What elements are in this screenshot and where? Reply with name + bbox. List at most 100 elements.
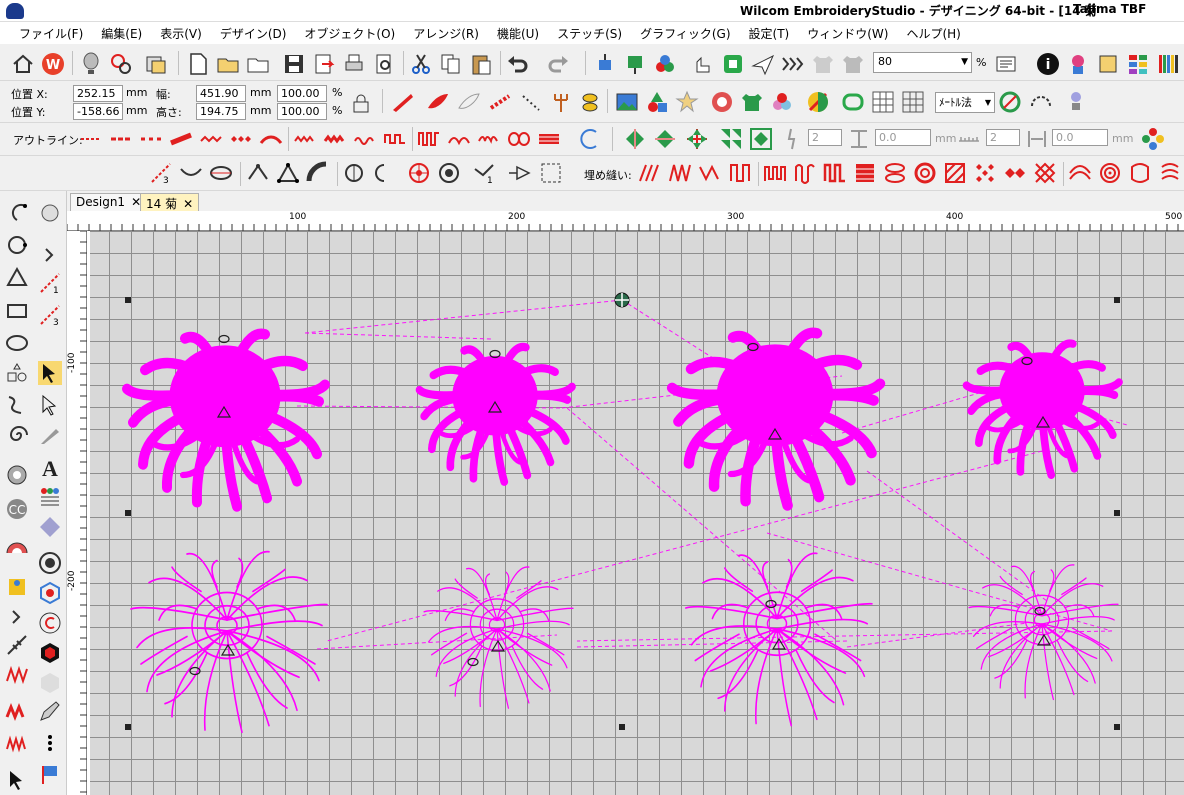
picture-icon[interactable] — [614, 89, 640, 115]
polyline-1-icon[interactable]: 1 — [471, 160, 497, 186]
mirror-h-icon[interactable] — [622, 126, 648, 152]
hoop-icon[interactable] — [108, 51, 134, 77]
wilcom-icon[interactable]: W — [40, 51, 66, 77]
lightning-icon[interactable] — [780, 126, 806, 152]
line-3-tool-icon[interactable]: 3 — [36, 301, 64, 329]
fill-9-icon[interactable] — [882, 160, 908, 186]
lettering-icon[interactable]: A — [36, 453, 64, 481]
pos-y-field[interactable]: -158.66 — [73, 103, 123, 120]
brain-icon[interactable] — [709, 89, 735, 115]
cut-icon[interactable] — [408, 51, 434, 77]
home-icon[interactable] — [10, 51, 36, 77]
menu-help[interactable]: ヘルプ(H) — [897, 25, 969, 42]
stitch-player-icon[interactable] — [780, 51, 806, 77]
arc-c-icon[interactable] — [577, 126, 603, 152]
arrow-triangle-icon[interactable] — [506, 160, 532, 186]
open-icon[interactable] — [215, 51, 241, 77]
fill-6-icon[interactable] — [792, 160, 818, 186]
line-3-icon[interactable]: 3 — [148, 160, 174, 186]
menu-edit[interactable]: 編集(E) — [92, 25, 151, 42]
open-recent-icon[interactable] — [245, 51, 271, 77]
info-icon[interactable]: i — [1035, 51, 1061, 77]
spin-spacing-1[interactable]: 0.0 — [875, 129, 931, 146]
copy-icon[interactable] — [438, 51, 464, 77]
fill-2-icon[interactable] — [667, 160, 693, 186]
satin-tool-icon[interactable] — [3, 697, 31, 725]
wave-stitch-icon[interactable] — [292, 126, 318, 152]
measure-icon[interactable] — [997, 89, 1023, 115]
fit-frame-icon[interactable] — [748, 126, 774, 152]
arc-measure-icon[interactable] — [1028, 89, 1054, 115]
team-names-icon[interactable] — [36, 483, 64, 511]
oval-chain-icon[interactable] — [506, 126, 532, 152]
digitize-closed-icon[interactable] — [3, 231, 31, 259]
wheel-icon[interactable] — [406, 160, 432, 186]
dashed-satin-icon[interactable] — [487, 89, 513, 115]
mum-outline-4[interactable] — [968, 564, 1119, 701]
spiral-icon[interactable] — [3, 421, 31, 449]
plane-icon[interactable] — [750, 51, 776, 77]
save-icon[interactable] — [281, 51, 307, 77]
target-icon[interactable] — [436, 160, 462, 186]
fill-4-icon[interactable] — [727, 160, 753, 186]
puzzle-icon[interactable] — [3, 573, 31, 601]
scallop-icon[interactable] — [446, 126, 472, 152]
mirror-v-icon[interactable] — [652, 126, 678, 152]
pointer-icon[interactable] — [3, 766, 31, 794]
palette-grid-icon[interactable] — [1125, 51, 1151, 77]
arc-nodes-icon[interactable] — [305, 160, 331, 186]
width-field[interactable]: 451.90 — [196, 85, 246, 102]
fill-17-icon[interactable] — [1127, 160, 1153, 186]
mum-solid-2[interactable] — [420, 347, 572, 482]
grid-icon[interactable] — [870, 89, 896, 115]
fill-8-icon[interactable] — [852, 160, 878, 186]
dash-stitch-icon[interactable] — [138, 126, 164, 152]
satin-bar-icon[interactable] — [536, 126, 562, 152]
magic-select-icon[interactable] — [538, 160, 564, 186]
zigzag-icon[interactable] — [198, 126, 224, 152]
export-icon[interactable] — [311, 51, 337, 77]
tshirt-gray-2-icon[interactable] — [840, 51, 866, 77]
fill-14-icon[interactable] — [1032, 160, 1058, 186]
overview-icon[interactable] — [993, 51, 1019, 77]
mum-solid-3[interactable] — [672, 333, 880, 506]
feather-icon[interactable] — [3, 631, 31, 659]
center-icon[interactable] — [684, 126, 710, 152]
fill-18-icon[interactable] — [1157, 160, 1183, 186]
expand-arrow-2-icon[interactable] — [3, 603, 31, 631]
fill-12-icon[interactable] — [972, 160, 998, 186]
copy-window-icon[interactable] — [143, 51, 169, 77]
freehand-icon[interactable] — [3, 391, 31, 419]
menu-stitch[interactable]: ステッチ(S) — [548, 25, 631, 42]
sun-moon-icon[interactable] — [805, 89, 831, 115]
spacing-icon[interactable] — [846, 126, 872, 152]
split-circle-icon[interactable] — [371, 160, 397, 186]
dots-line-icon[interactable] — [518, 89, 544, 115]
digitize-curve-icon[interactable] — [3, 199, 31, 227]
line-1-icon[interactable]: 1 — [36, 269, 64, 297]
balloon-icon[interactable] — [78, 51, 104, 77]
close-icon[interactable]: ✕ — [183, 197, 193, 211]
hexagon-red-icon[interactable] — [36, 639, 64, 667]
mum-outline-2[interactable] — [423, 566, 574, 709]
print-preview-icon[interactable] — [371, 51, 397, 77]
print-icon[interactable] — [341, 51, 367, 77]
color-bars-icon[interactable] — [1155, 51, 1181, 77]
new-icon[interactable] — [185, 51, 211, 77]
tatami-red-icon[interactable] — [425, 89, 451, 115]
measure-select[interactable]: ﾒｰﾄﾙ法 ▼ — [935, 92, 995, 113]
node-edit-icon[interactable] — [245, 160, 271, 186]
hand-icon[interactable] — [690, 51, 716, 77]
tshirt-gray-icon[interactable] — [810, 51, 836, 77]
flag-icon[interactable] — [36, 761, 64, 789]
wave-stitch-2-icon[interactable] — [322, 126, 348, 152]
menu-function[interactable]: 機能(U) — [488, 25, 548, 42]
star-icon[interactable] — [674, 89, 700, 115]
triple-run-icon[interactable] — [108, 126, 134, 152]
menu-arrange[interactable]: アレンジ(R) — [404, 25, 488, 42]
knife-icon[interactable] — [36, 421, 64, 449]
align-tiles-icon[interactable] — [718, 126, 744, 152]
width-arrows-icon[interactable] — [1024, 126, 1050, 152]
hexagon-ring-icon[interactable] — [36, 579, 64, 607]
plant-icon[interactable] — [1065, 51, 1091, 77]
